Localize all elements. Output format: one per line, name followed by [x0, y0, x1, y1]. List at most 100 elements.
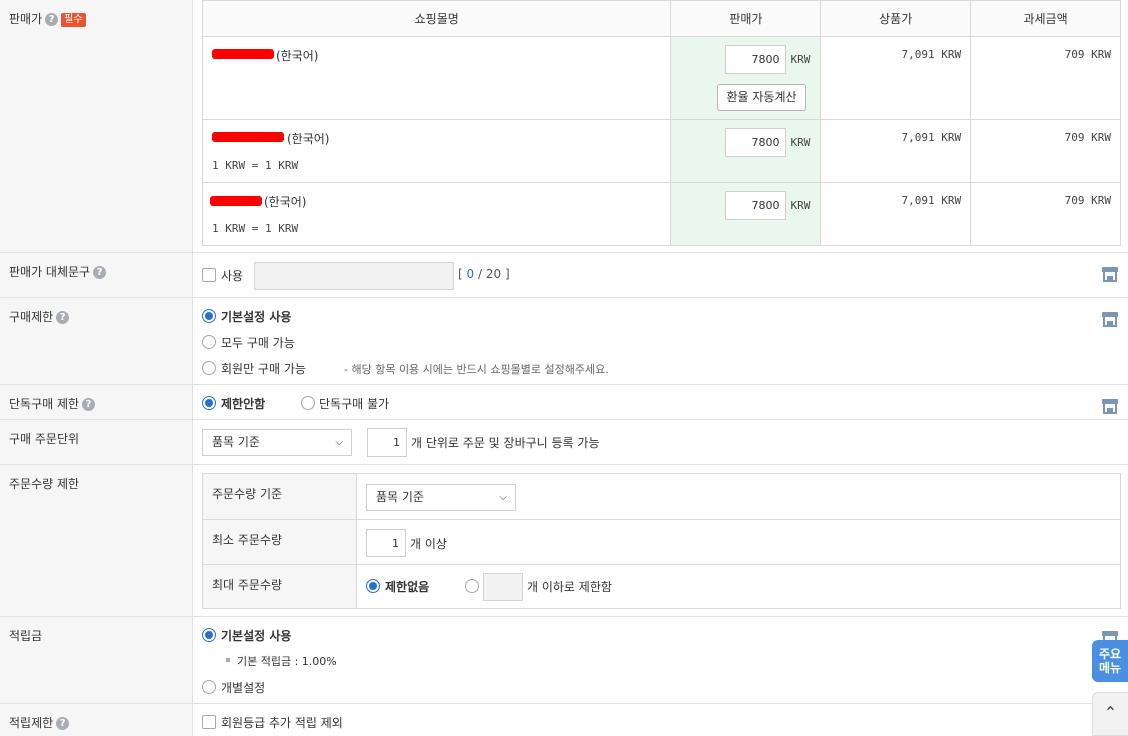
single-purchase-block-radio[interactable]	[301, 396, 315, 410]
col-shop-name: 쇼핑몰명	[201, 0, 672, 37]
order-qty-basis-select[interactable]: 품목 기준 ⌵	[366, 484, 516, 511]
sale-price-input[interactable]: 7800	[725, 45, 787, 74]
single-purchase-none-label: 제한안함	[221, 397, 266, 411]
col-tax-amount: 과세금액	[970, 0, 1121, 37]
col-goods-price: 상품가	[820, 0, 972, 37]
min-value-cell: 1 개 이상	[356, 519, 1121, 565]
tax-cell: 709 KRW	[970, 119, 1121, 183]
points-label: 적립금	[9, 629, 43, 643]
scroll-top-button[interactable]: ⌃	[1092, 692, 1128, 736]
points-default-radio[interactable]	[202, 628, 216, 642]
order-unit-label: 구매 주문단위	[9, 432, 80, 446]
purchase-limit-note: - 해당 항목 이용 시에는 반드시 쇼핑몰별로 설정해주세요.	[344, 363, 609, 376]
main-menu-button[interactable]: 주요 메뉴	[1092, 640, 1128, 682]
basis-label: 주문수량 기준	[212, 487, 283, 501]
exchange-auto-calc-button[interactable]: 환율 자동계산	[717, 84, 806, 111]
sale-price-input[interactable]: 7800	[725, 128, 787, 157]
store-icon[interactable]	[1102, 399, 1118, 414]
purchase-limit-member-label: 회원만 구매 가능	[221, 362, 306, 376]
max-label: 최대 주문수량	[212, 578, 283, 592]
shop-cell: (한국어) 1 KRW = 1 KRW	[201, 119, 672, 183]
price-alt-use-checkbox[interactable]	[202, 268, 216, 282]
price-alt-use-label: 사용	[221, 269, 244, 283]
single-purchase-label-cell: 단독구매 제한?	[0, 385, 193, 419]
tax-amount: 709 KRW	[1064, 131, 1111, 144]
counter-open: [	[458, 267, 463, 281]
help-icon[interactable]: ?	[56, 717, 70, 730]
required-badge: 필수	[61, 13, 86, 27]
min-label: 최소 주문수량	[212, 533, 283, 547]
points-limit-label: 적립제한?	[9, 714, 70, 731]
purchase-limit-member-radio[interactable]	[202, 361, 216, 375]
order-unit-section: 구매 주문단위 품목 기준 ⌵ 1 개 단위로 주문 및 장바구니 등록 가능	[0, 420, 1128, 465]
price-label: 판매가? 필수	[9, 10, 86, 27]
purchase-limit-label-text: 구매제한	[9, 310, 54, 324]
table-row: (한국어) 1 KRW = 1 KRW 7800 KRW 7,091 KRW 7…	[201, 119, 1121, 183]
points-default-label: 기본설정 사용	[221, 629, 292, 643]
table-row: (한국어) 7800 KRW 환율 자동계산 7,091 KRW 709 KRW	[201, 36, 1121, 120]
store-icon[interactable]	[1102, 312, 1118, 327]
goods-price: 7,091 KRW	[901, 131, 962, 144]
price-alt-text-input[interactable]	[254, 262, 454, 290]
max-label-cell: 최대 주문수량	[202, 564, 357, 609]
goods-price-cell: 7,091 KRW	[820, 36, 972, 120]
chevron-down-icon: ⌵	[335, 437, 343, 448]
price-alt-counter: [ 0 / 20 ]	[458, 267, 510, 281]
max-qty-unlimited-radio[interactable]	[366, 579, 380, 593]
points-section: 적립금 기본설정 사용 기본 적립금 : 1.00% 개별설정	[0, 617, 1128, 704]
order-unit-select-value: 품목 기준	[212, 435, 260, 449]
price-section: 판매가? 필수 쇼핑몰명 판매가 상품가 과세금액 (한국어) 7800 KRW …	[0, 0, 1128, 253]
price-table: 쇼핑몰명 판매가 상품가 과세금액 (한국어) 7800 KRW 환율 자동계산…	[201, 0, 1121, 246]
currency-label: KRW	[790, 53, 811, 66]
bullet-icon	[226, 658, 230, 662]
single-purchase-none-radio[interactable]	[202, 396, 216, 410]
store-icon[interactable]	[1102, 267, 1118, 282]
counter-max: / 20	[477, 267, 502, 281]
points-limit-checkbox[interactable]	[202, 715, 216, 729]
price-alt-label-cell: 판매가 대체문구?	[0, 253, 193, 297]
currency-label: KRW	[790, 136, 811, 149]
order-unit-label-cell: 구매 주문단위	[0, 420, 193, 464]
help-icon[interactable]: ?	[82, 398, 96, 411]
goods-price: 7,091 KRW	[901, 48, 962, 61]
price-label-text: 판매가	[9, 12, 43, 26]
price-table-header: 쇼핑몰명 판매가 상품가 과세금액	[201, 0, 1121, 37]
order-qty-table: 주문수량 기준 품목 기준 ⌵ 최소 주문수량 1 개 이상 최대 주문수량 제…	[202, 473, 1121, 609]
help-icon[interactable]: ?	[93, 266, 107, 279]
sale-price-cell: 7800 KRW	[670, 182, 822, 246]
table-row: 최대 주문수량 제한없음 개 이하로 제한함	[202, 564, 1121, 609]
redacted-shop-name	[212, 132, 284, 142]
exchange-rate: 1 KRW = 1 KRW	[212, 159, 299, 172]
points-custom-label: 개별설정	[221, 681, 266, 695]
order-unit-qty-input[interactable]: 1	[367, 428, 407, 457]
sale-price-input[interactable]: 7800	[725, 191, 787, 220]
purchase-limit-all-radio[interactable]	[202, 335, 216, 349]
points-custom-radio[interactable]	[202, 680, 216, 694]
basis-label-cell: 주문수량 기준	[202, 473, 357, 520]
col-sale-price: 판매가	[670, 0, 822, 37]
sale-price-cell: 7800 KRW	[670, 119, 822, 183]
max-qty-input[interactable]	[483, 573, 523, 601]
shop-cell: (한국어)	[201, 36, 672, 120]
table-row: 주문수량 기준 품목 기준 ⌵	[202, 473, 1121, 520]
chevron-up-icon: ⌃	[1103, 703, 1118, 722]
purchase-limit-default-radio[interactable]	[202, 309, 216, 323]
shop-lang: (한국어)	[264, 195, 307, 209]
min-label-cell: 최소 주문수량	[202, 519, 357, 565]
min-qty-input[interactable]: 1	[366, 529, 406, 557]
help-icon[interactable]: ?	[56, 311, 70, 324]
chevron-down-icon: ⌵	[499, 492, 507, 503]
tax-amount: 709 KRW	[1064, 194, 1111, 207]
price-label-cell: 판매가? 필수	[0, 0, 193, 252]
single-purchase-block-label: 단독구매 불가	[319, 397, 390, 411]
price-alt-label: 판매가 대체문구?	[9, 263, 107, 280]
shop-lang: (한국어)	[287, 132, 330, 146]
order-qty-label-cell: 주문수량 제한	[0, 465, 193, 616]
redacted-shop-name	[212, 49, 274, 59]
goods-price-cell: 7,091 KRW	[820, 182, 972, 246]
order-unit-select[interactable]: 품목 기준 ⌵	[202, 429, 352, 456]
points-limit-section: 적립제한? 회원등급 추가 적립 제외	[0, 704, 1128, 736]
max-qty-limit-radio[interactable]	[465, 579, 479, 593]
price-alt-label-text: 판매가 대체문구	[9, 265, 91, 279]
help-icon[interactable]: ?	[45, 13, 59, 26]
